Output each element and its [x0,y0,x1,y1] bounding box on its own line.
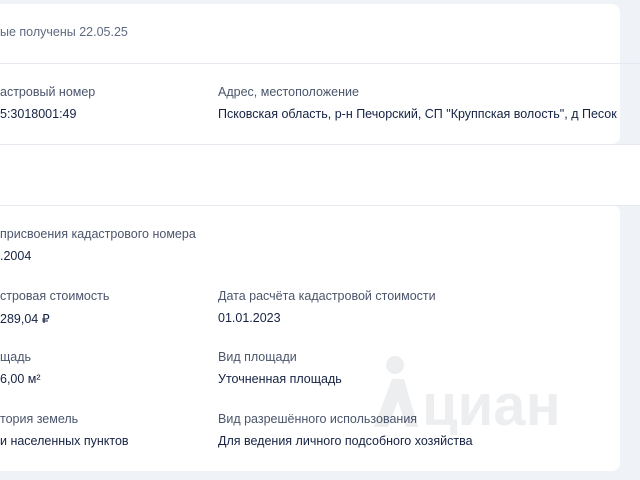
area-type-label: Вид площади [218,350,297,364]
cadastral-value-label: стровая стоимость [0,289,110,303]
cadastral-number-value: 5:3018001:49 [0,107,77,121]
address-value: Псковская область, р-н Печорский, СП "Кр… [218,107,617,121]
data-received-date: ые получены 22.05.25 [0,25,128,39]
land-category-value: и населенных пунктов [0,434,129,448]
cadastral-number-label: астровый номер [0,85,96,99]
assignment-date-value: .2004 [0,249,32,263]
area-type-value: Уточненная площадь [218,372,342,386]
calc-date-label: Дата расчёта кадастровой стоимости [218,289,436,303]
area-label: щадь [0,350,32,364]
divider [0,63,640,64]
assignment-date-label: присвоения кадастрового номера [0,227,196,241]
divider [0,205,640,206]
section-gap [0,144,640,205]
land-category-label: тория земель [0,412,79,426]
address-label: Адрес, местоположение [218,85,359,99]
permitted-use-value: Для ведения личного подсобного хозяйства [218,434,473,448]
area-value: 6,00 м² [0,372,41,386]
land-details-card [0,205,620,471]
cadastral-value-value: 289,04 ₽ [0,312,50,326]
permitted-use-label: Вид разрешённого использования [218,412,418,426]
calc-date-value: 01.01.2023 [218,311,281,325]
divider [0,144,640,145]
